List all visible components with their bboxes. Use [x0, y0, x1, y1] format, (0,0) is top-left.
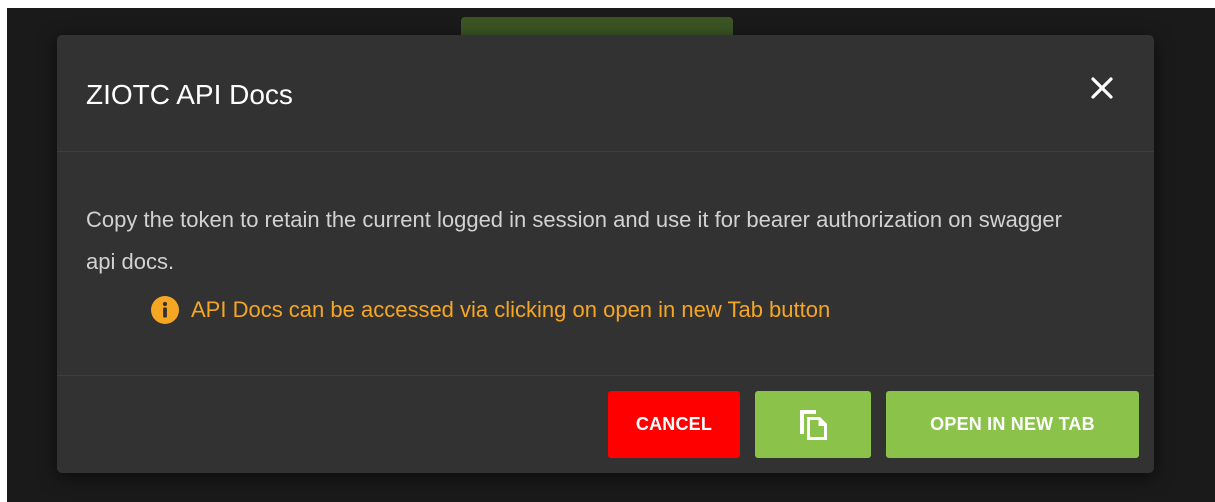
dialog-title: ZIOTC API Docs	[86, 79, 293, 110]
dialog-header: ZIOTC API Docs	[57, 35, 1154, 152]
info-icon	[151, 296, 179, 324]
api-docs-dialog: ZIOTC API Docs Copy the token to retain …	[57, 35, 1154, 473]
dialog-body: Copy the token to retain the current log…	[57, 152, 1154, 376]
copy-icon	[800, 409, 827, 440]
copy-token-button[interactable]	[755, 391, 871, 458]
close-button[interactable]	[1085, 71, 1119, 105]
info-notice: API Docs can be accessed via clicking on…	[150, 293, 830, 327]
open-in-new-tab-button[interactable]: OPEN IN NEW TAB	[886, 391, 1139, 458]
info-text: API Docs can be accessed via clicking on…	[191, 297, 831, 322]
close-icon	[1091, 77, 1113, 99]
cancel-button[interactable]: CANCEL	[608, 391, 740, 458]
dialog-message: Copy the token to retain the current log…	[86, 207, 1062, 274]
